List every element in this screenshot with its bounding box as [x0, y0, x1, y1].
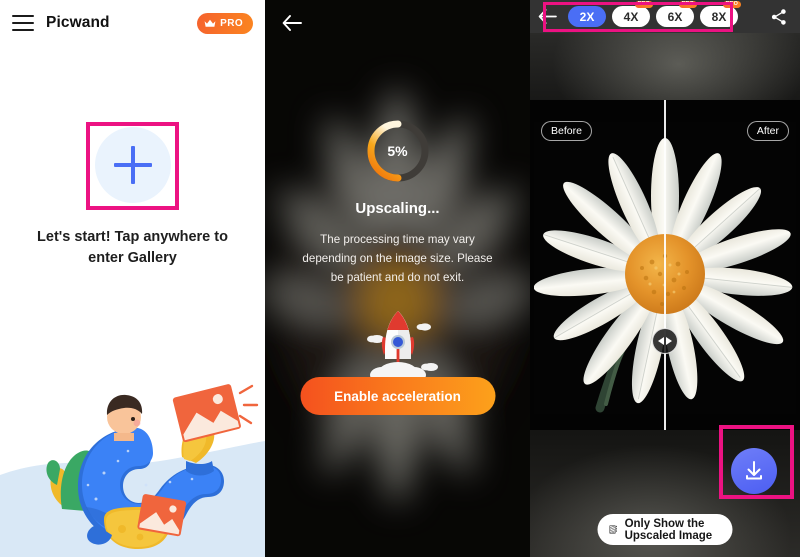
back-button[interactable] [530, 0, 564, 33]
progress-ring: 5% [364, 117, 432, 185]
upscaling-overlay: 5% Upscaling... The processing time may … [265, 0, 530, 557]
hamburger-menu-icon[interactable] [12, 15, 34, 31]
before-label: Before [541, 121, 592, 141]
app-screenshot: Picwand PRO Let's start! Tap anywhere to… [0, 0, 800, 557]
empty-state-caption: Let's start! Tap anywhere to enter Galle… [37, 229, 228, 266]
add-image-circle [94, 126, 171, 203]
add-image-button[interactable] [86, 118, 179, 211]
person-with-photo-illustration [0, 384, 265, 557]
scale-option-8x[interactable]: 8X PRO [700, 1, 741, 27]
plus-icon [113, 145, 152, 184]
arrow-left-icon [658, 337, 664, 345]
page-title: Picwand [46, 14, 110, 31]
scale-option-4x[interactable]: 4X PRO [612, 1, 653, 27]
back-arrow-icon [282, 15, 302, 31]
scale-options: 2X 4X PRO 6X PRO 8X PRO [568, 1, 741, 27]
progress-percent: 5% [387, 143, 408, 159]
arrow-right-icon [666, 337, 672, 345]
only-show-upscaled-button[interactable]: Only Show the Upscaled Image [597, 514, 733, 545]
pro-badge: PRO [634, 1, 653, 9]
app-header: Picwand PRO [0, 0, 265, 46]
pro-badge: PRO [678, 1, 697, 9]
scale-option-2x[interactable]: 2X [568, 6, 606, 27]
share-icon [771, 8, 786, 25]
compare-slider-handle-icon[interactable] [652, 328, 678, 354]
scale-label: 8X [711, 9, 727, 24]
before-after-compare[interactable]: Before After [530, 100, 800, 430]
pro-badge: PRO [722, 1, 741, 9]
scale-label: 6X [667, 9, 683, 24]
status-title: Upscaling... [355, 200, 440, 217]
result-toolbar: 2X 4X PRO 6X PRO 8X PRO [530, 0, 800, 33]
image-hatch-icon [609, 525, 617, 534]
after-label: After [746, 121, 789, 141]
crown-icon [204, 19, 216, 28]
pro-badge[interactable]: PRO [197, 12, 253, 34]
back-arrow-icon [538, 9, 557, 24]
scale-label: 4X [623, 9, 639, 24]
status-description: The processing time may vary depending o… [302, 233, 493, 284]
only-show-upscaled-label: Only Show the Upscaled Image [624, 517, 713, 542]
result-stage: Before After Only Show the Upscaled Imag… [530, 33, 800, 557]
pro-badge-label: PRO [220, 17, 243, 29]
download-button[interactable] [731, 448, 777, 494]
panel-home: Picwand PRO Let's start! Tap anywhere to… [0, 0, 265, 557]
download-icon [746, 461, 762, 480]
scale-label: 2X [579, 9, 595, 24]
back-button[interactable] [277, 8, 307, 38]
compare-divider [664, 100, 666, 430]
scale-option-6x[interactable]: 6X PRO [656, 1, 697, 27]
share-button[interactable] [768, 6, 790, 28]
panel-upscaling: 5% Upscaling... The processing time may … [265, 0, 530, 557]
enable-acceleration-button[interactable]: Enable acceleration [300, 377, 495, 415]
empty-state: Let's start! Tap anywhere to enter Galle… [0, 118, 265, 268]
panel-result: 2X 4X PRO 6X PRO 8X PRO Before After Onl… [530, 0, 800, 557]
